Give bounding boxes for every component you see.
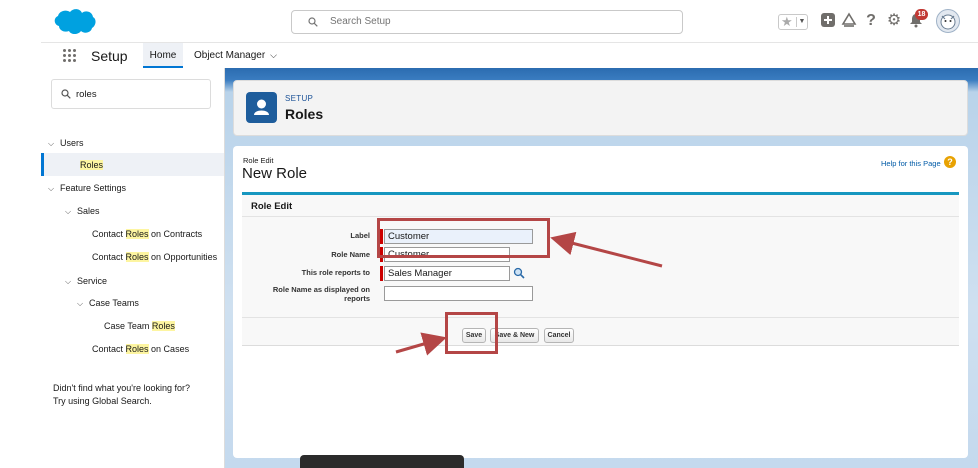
annotation-arrows bbox=[395, 231, 663, 356]
annotation-arrow-fields bbox=[550, 231, 663, 268]
bottom-utility-bar[interactable] bbox=[300, 455, 464, 468]
annotation-arrow-save bbox=[395, 332, 447, 356]
